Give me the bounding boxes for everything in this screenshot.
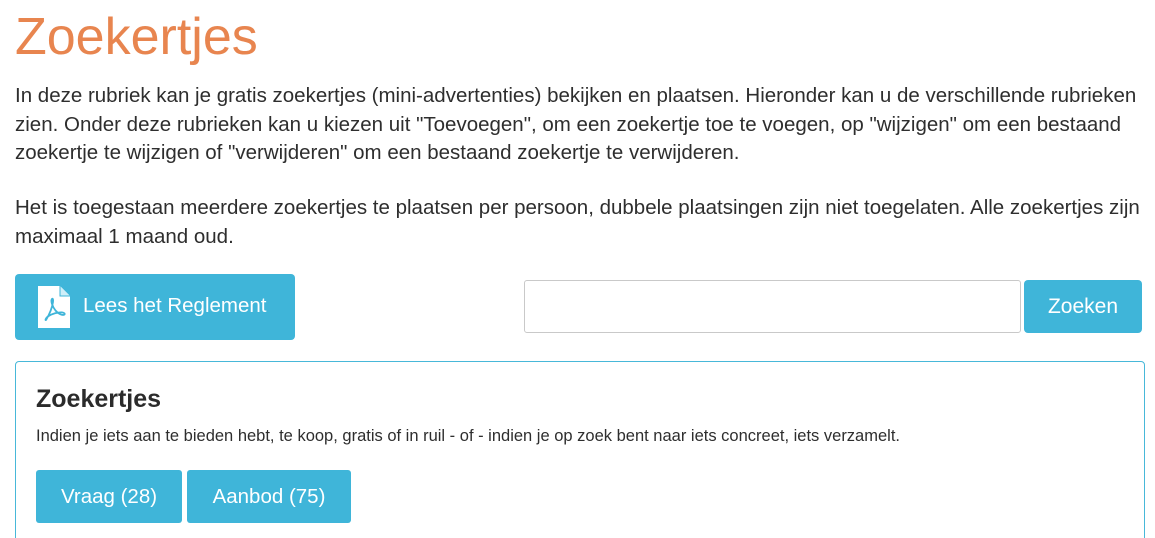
intro-paragraph: In deze rubriek kan je gratis zoekertjes… xyxy=(15,84,1137,164)
read-rules-label: Lees het Reglement xyxy=(83,294,267,317)
search-button[interactable]: Zoeken xyxy=(1024,280,1142,333)
aanbod-button[interactable]: Aanbod (75) xyxy=(187,470,351,523)
rules-paragraph: Het is toegestaan meerdere zoekertjes te… xyxy=(15,196,1140,248)
read-rules-button[interactable]: Lees het Reglement xyxy=(15,274,295,340)
vraag-button[interactable]: Vraag (28) xyxy=(36,470,182,523)
category-title: Zoekertjes xyxy=(36,385,162,413)
page-title: Zoekertjes xyxy=(15,8,258,66)
page: Zoekertjes In deze rubriek kan je gratis… xyxy=(0,0,1155,538)
search-input[interactable] xyxy=(524,280,1021,333)
category-description: Indien je iets aan te bieden hebt, te ko… xyxy=(36,427,900,445)
category-panel: Zoekertjes Indien je iets aan te bieden … xyxy=(15,361,1145,538)
pdf-file-icon xyxy=(38,286,70,328)
